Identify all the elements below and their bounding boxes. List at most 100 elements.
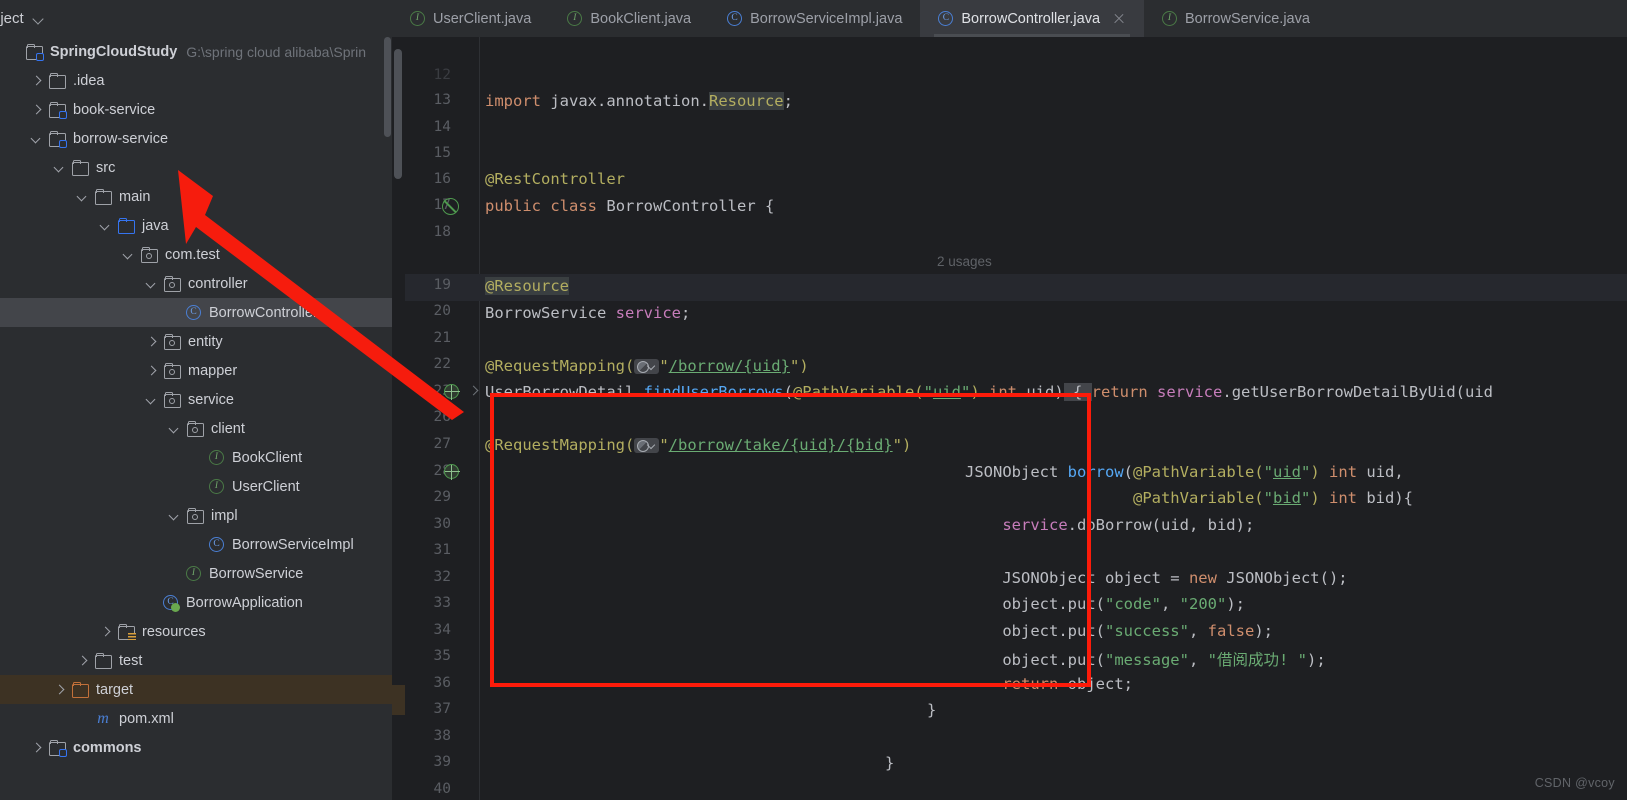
chevron-down-icon[interactable] bbox=[167, 421, 183, 437]
line-number-40[interactable]: 40 bbox=[405, 781, 451, 797]
chevron-down-icon[interactable] bbox=[33, 13, 45, 25]
project-tool-window-header[interactable]: oject bbox=[0, 0, 392, 37]
chevron-down-icon[interactable] bbox=[75, 189, 91, 205]
editor-tab-borrowcontroller-java[interactable]: C BorrowController.java bbox=[920, 0, 1145, 37]
code-editor[interactable]: 13 14 15 16 17 18 19 20 21 22 23 26 27 28 29 30 31 32 33 34… bbox=[392, 37, 1627, 800]
close-icon[interactable] bbox=[1112, 12, 1126, 26]
tree-item-entity[interactable]: entity bbox=[0, 327, 392, 356]
inlay-hint-usages[interactable]: 2 usages bbox=[937, 254, 992, 269]
chevron-down-icon[interactable] bbox=[98, 218, 114, 234]
gutter-divider bbox=[479, 37, 480, 800]
editor-tab-borrowserviceimpl-java[interactable]: C BorrowServiceImpl.java bbox=[709, 0, 920, 37]
line-number-18[interactable]: 18 bbox=[405, 224, 451, 240]
chevron-down-icon[interactable] bbox=[144, 392, 160, 408]
tree-item-label: src bbox=[96, 159, 116, 176]
line-number-36[interactable]: 36 bbox=[405, 675, 451, 691]
tree-item-label: commons bbox=[73, 739, 142, 756]
tree-item-main[interactable]: main bbox=[0, 182, 392, 211]
chevron-right-icon[interactable] bbox=[144, 334, 160, 350]
tree-item-springcloudstudy[interactable]: SpringCloudStudy G:\spring cloud alibaba\… bbox=[0, 37, 392, 66]
tree-item-target[interactable]: target bbox=[0, 675, 392, 704]
tree-item--idea[interactable]: .idea bbox=[0, 66, 392, 95]
chevron-down-icon[interactable] bbox=[29, 131, 45, 147]
tree-item-mapper[interactable]: mapper bbox=[0, 356, 392, 385]
tree-item-com-test[interactable]: com.test bbox=[0, 240, 392, 269]
line-number-30[interactable]: 30 bbox=[405, 516, 451, 532]
line-number-33[interactable]: 33 bbox=[405, 595, 451, 611]
tree-item-userclient[interactable]: I UserClient bbox=[0, 472, 392, 501]
line-number-34[interactable]: 34 bbox=[405, 622, 451, 638]
line-number-20[interactable]: 20 bbox=[405, 303, 451, 319]
chevron-right-icon[interactable] bbox=[75, 653, 91, 669]
module-badge-icon bbox=[59, 748, 67, 757]
editor-tab-userclient-java[interactable]: I UserClient.java bbox=[392, 0, 549, 37]
tree-item-book-service[interactable]: book-service bbox=[0, 95, 392, 124]
code-line-30: service.doBorrow(uid, bid); bbox=[1002, 516, 1255, 534]
web-mapping-inlay-icon[interactable] bbox=[634, 359, 660, 374]
tree-item-java[interactable]: java bbox=[0, 211, 392, 240]
line-number-38[interactable]: 38 bbox=[405, 728, 451, 744]
chevron-down-icon[interactable] bbox=[52, 160, 68, 176]
tree-item-label: com.test bbox=[165, 246, 220, 263]
chevron-right-icon[interactable] bbox=[144, 363, 160, 379]
tree-item-borrowserviceimpl[interactable]: C BorrowServiceImpl bbox=[0, 530, 392, 559]
package-badge-icon bbox=[169, 339, 175, 346]
tree-item-pom-xml[interactable]: m pom.xml bbox=[0, 704, 392, 733]
chevron-down-icon[interactable] bbox=[144, 276, 160, 292]
line-number-27[interactable]: 27 bbox=[405, 436, 451, 452]
line-number-35[interactable]: 35 bbox=[405, 648, 451, 664]
line-number-15[interactable]: 15 bbox=[405, 145, 451, 161]
tree-item-impl[interactable]: impl bbox=[0, 501, 392, 530]
sidebar-scrollbar[interactable] bbox=[383, 37, 392, 800]
editor-tab-borrowservice-java[interactable]: I BorrowService.java bbox=[1144, 0, 1328, 37]
project-tree-panel[interactable]: SpringCloudStudy G:\spring cloud alibaba\… bbox=[0, 37, 392, 800]
tree-item-client[interactable]: client bbox=[0, 414, 392, 443]
tree-item-borrowservice[interactable]: I BorrowService bbox=[0, 559, 392, 588]
line-number-21[interactable]: 21 bbox=[405, 330, 451, 346]
chevron-right-icon[interactable] bbox=[98, 624, 114, 640]
editor-content[interactable]: 13 14 15 16 17 18 19 20 21 22 23 26 27 28 29 30 31 32 33 34… bbox=[405, 37, 1627, 800]
resources-badge-icon bbox=[128, 632, 136, 640]
line-number-29[interactable]: 29 bbox=[405, 489, 451, 505]
class-icon: C bbox=[727, 11, 743, 26]
tree-item-src[interactable]: src bbox=[0, 153, 392, 182]
editor-scrollbar-thumb[interactable] bbox=[394, 49, 402, 179]
tree-item-borrow-service[interactable]: borrow-service bbox=[0, 124, 392, 153]
line-number-37[interactable]: 37 bbox=[405, 701, 451, 717]
line-number-31[interactable]: 31 bbox=[405, 542, 451, 558]
line-number-32[interactable]: 32 bbox=[405, 569, 451, 585]
suppress-inspection-icon[interactable] bbox=[442, 198, 459, 215]
chevron-down-icon[interactable] bbox=[167, 508, 183, 524]
sidebar-scrollbar-thumb[interactable] bbox=[384, 37, 391, 137]
chevron-right-icon[interactable] bbox=[52, 682, 68, 698]
expand-fold-chevron-icon[interactable] bbox=[469, 386, 479, 396]
editor-tab-bookclient-java[interactable]: I BookClient.java bbox=[549, 0, 709, 37]
tree-item-controller[interactable]: controller bbox=[0, 269, 392, 298]
web-mapping-gutter-icon-28[interactable] bbox=[444, 464, 460, 480]
tree-item-borrowapplication[interactable]: C BorrowApplication bbox=[0, 588, 392, 617]
line-number-14[interactable]: 14 bbox=[405, 119, 451, 135]
class-icon: C bbox=[186, 305, 201, 320]
editor-scrollbar[interactable] bbox=[392, 37, 405, 800]
web-mapping-gutter-icon-23[interactable] bbox=[444, 384, 460, 400]
line-number-22[interactable]: 22 bbox=[405, 356, 451, 372]
tree-item-commons[interactable]: commons bbox=[0, 733, 392, 762]
tree-item-service[interactable]: service bbox=[0, 385, 392, 414]
module-badge-icon bbox=[59, 110, 67, 119]
tree-item-test[interactable]: test bbox=[0, 646, 392, 675]
line-number-39[interactable]: 39 bbox=[405, 754, 451, 770]
tree-item-borrowcontroller[interactable]: C BorrowController bbox=[0, 298, 392, 327]
chevron-right-icon[interactable] bbox=[29, 102, 45, 118]
line-number-13[interactable]: 13 bbox=[405, 92, 451, 108]
chevron-down-icon[interactable] bbox=[121, 247, 137, 263]
line-number-16[interactable]: 16 bbox=[405, 171, 451, 187]
line-number-19[interactable]: 19 bbox=[405, 277, 451, 293]
chevron-right-icon[interactable] bbox=[29, 740, 45, 756]
web-mapping-inlay-icon-2[interactable] bbox=[634, 438, 660, 453]
tree-item-bookclient[interactable]: I BookClient bbox=[0, 443, 392, 472]
line-number-26[interactable]: 26 bbox=[405, 409, 451, 425]
tree-item-resources[interactable]: resources bbox=[0, 617, 392, 646]
editor-tab-label: UserClient.java bbox=[433, 10, 532, 27]
code-line-28: JSONObject borrow(@PathVariable("uid") i… bbox=[965, 463, 1404, 481]
chevron-right-icon[interactable] bbox=[29, 73, 45, 89]
